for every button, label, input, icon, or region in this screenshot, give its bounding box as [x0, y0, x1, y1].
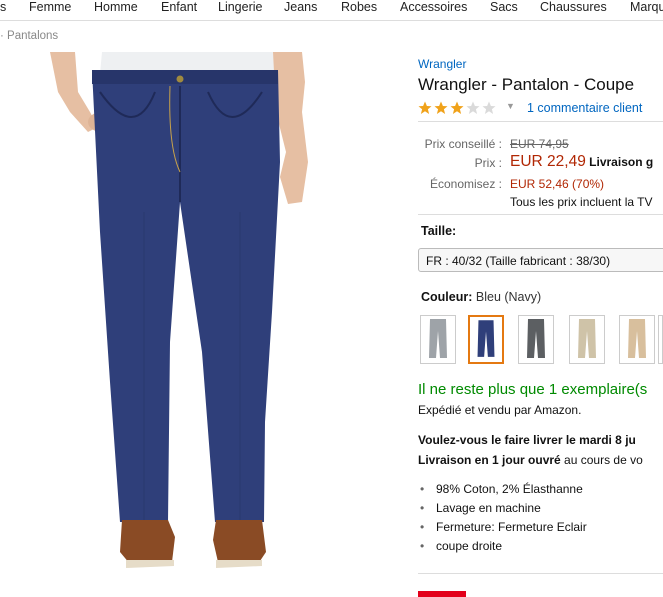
size-label: Taille:	[421, 224, 457, 238]
divider	[418, 121, 663, 122]
nav-item-lingerie[interactable]: Lingerie	[218, 0, 262, 14]
color-row: Couleur: Bleu (Navy)	[421, 290, 541, 304]
nav-item-partial[interactable]: s	[0, 0, 6, 14]
sold-by: Expédié et vendu par Amazon.	[418, 403, 582, 417]
list-price-label: Prix conseillé :	[424, 137, 502, 151]
nav-item-accessoires[interactable]: Accessoires	[400, 0, 467, 14]
color-swatch-navy[interactable]	[468, 315, 504, 364]
feature-bullet: 98% Coton, 2% Élasthanne	[420, 482, 583, 496]
feature-bullet: coupe droite	[420, 539, 502, 553]
nav-item-robes[interactable]: Robes	[341, 0, 377, 14]
color-swatch-beige[interactable]	[569, 315, 605, 364]
feature-bullet: Fermeture: Fermeture Eclair	[420, 520, 587, 534]
color-swatch-charcoal[interactable]	[518, 315, 554, 364]
list-price-value: EUR 74,95	[510, 137, 569, 151]
nav-item-femme[interactable]: Femme	[29, 0, 71, 14]
savings-label: Économisez :	[429, 177, 502, 191]
price-label: Prix :	[474, 156, 502, 170]
color-swatch-grey[interactable]	[420, 315, 456, 364]
color-swatch-tan[interactable]	[619, 315, 655, 364]
delivery-line: Livraison en 1 jour ouvré au cours de vo	[418, 453, 643, 467]
size-select[interactable]: FR : 40/32 (Taille fabricant : 38/30)	[418, 248, 663, 272]
delivery-question: Voulez-vous le faire livrer le mardi 8 j…	[418, 433, 636, 447]
promo-logo-partial	[418, 591, 466, 597]
color-value: Bleu (Navy)	[475, 290, 542, 304]
category-nav: s Femme Homme Enfant Lingerie Jeans Robe…	[0, 0, 663, 21]
feature-bullet: Lavage en machine	[420, 501, 541, 515]
product-image[interactable]	[40, 52, 320, 582]
delivery-rest: au cours de vo	[560, 453, 643, 467]
brand-link[interactable]: Wrangler	[418, 57, 466, 71]
color-label: Couleur:	[421, 290, 473, 304]
reviews-link[interactable]: 1 commentaire client	[527, 101, 642, 115]
divider	[418, 214, 663, 215]
color-swatch-partial[interactable]	[658, 315, 663, 364]
nav-item-marques[interactable]: Marqu	[630, 0, 663, 14]
nav-item-jeans[interactable]: Jeans	[284, 0, 317, 14]
nav-item-enfant[interactable]: Enfant	[161, 0, 197, 14]
rating-stars-icon[interactable]	[418, 101, 498, 115]
free-shipping-note: Livraison g	[589, 155, 654, 169]
nav-item-chaussures[interactable]: Chaussures	[540, 0, 607, 14]
chevron-down-icon[interactable]: ▼	[506, 101, 515, 111]
product-title: Wrangler - Pantalon - Coupe	[418, 75, 635, 94]
breadcrumb[interactable]: · Pantalons	[0, 30, 58, 42]
tax-note: Tous les prix incluent la TV	[510, 195, 653, 209]
price-value: EUR 22,49	[510, 153, 586, 170]
savings-value: EUR 52,46 (70%)	[510, 177, 605, 191]
price-row: EUR 22,49 Livraison g	[510, 153, 653, 171]
stock-status: Il ne reste plus que 1 exemplaire(s	[418, 381, 648, 398]
nav-item-homme[interactable]: Homme	[94, 0, 138, 14]
delivery-bold: Livraison en 1 jour ouvré	[418, 453, 561, 467]
divider	[418, 573, 663, 574]
nav-item-sacs[interactable]: Sacs	[490, 0, 518, 14]
